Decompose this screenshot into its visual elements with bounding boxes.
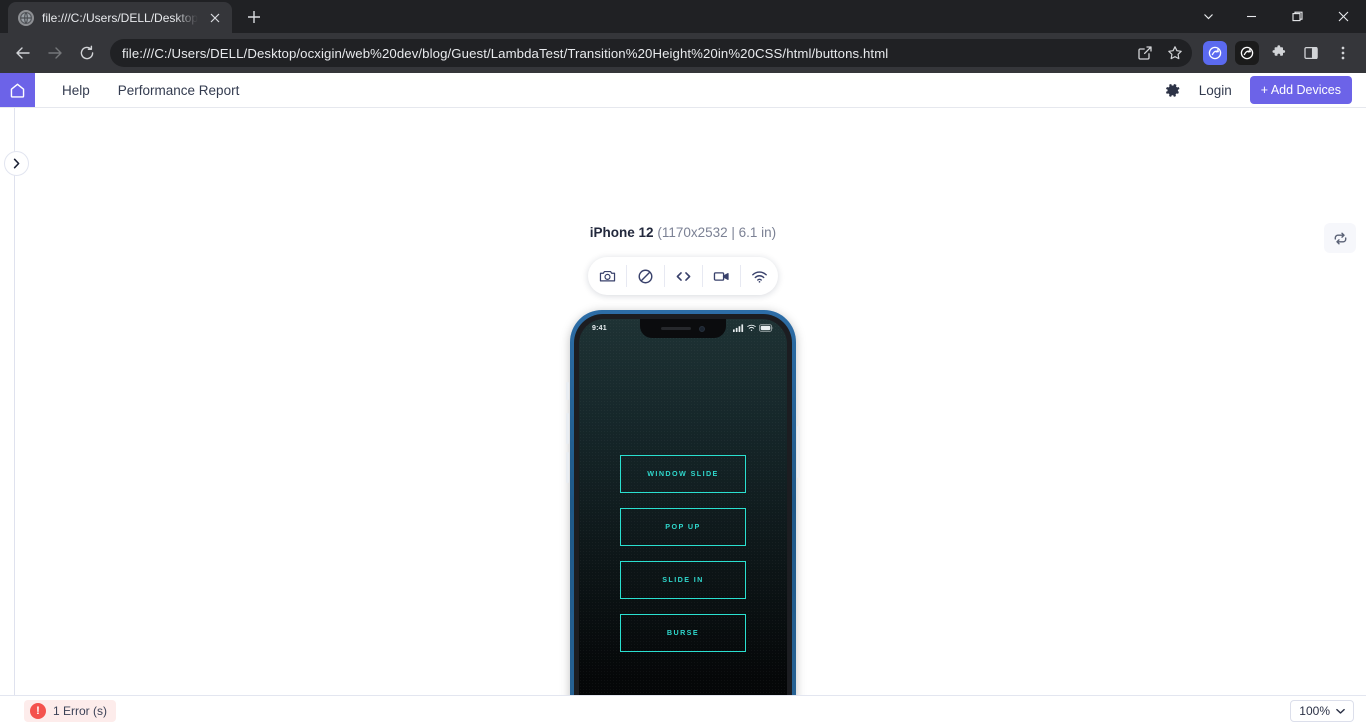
tab-close-icon[interactable] <box>206 9 224 27</box>
wifi-icon[interactable] <box>740 257 778 295</box>
minimize-icon[interactable] <box>1228 0 1274 33</box>
gear-icon[interactable] <box>1164 82 1181 99</box>
device-spec: (1170x2532 | 6.1 in) <box>657 225 777 240</box>
device-notch <box>640 319 726 338</box>
sidebar-expand-chevron-right-icon[interactable] <box>4 151 29 176</box>
address-bar[interactable]: file:///C:/Users/DELL/Desktop/ocxigin/we… <box>110 39 1192 67</box>
window-controls <box>1188 0 1366 33</box>
reload-icon[interactable] <box>72 38 102 68</box>
new-tab-button[interactable] <box>240 3 268 31</box>
error-badge[interactable]: ! 1 Error (s) <box>24 700 116 722</box>
window-slide-button[interactable]: WINDOW SLIDE <box>620 454 746 493</box>
silence-switch[interactable] <box>566 382 569 400</box>
device-preview-area: iPhone 12 (1170x2532 | 6.1 in) 9:41 WIND… <box>0 108 1366 695</box>
maximize-icon[interactable] <box>1274 0 1320 33</box>
browser-window: file:///C:/Users/DELL/Desktop/oc file://… <box>0 0 1366 726</box>
rotate-icon[interactable] <box>1324 223 1356 253</box>
volume-up-button[interactable] <box>566 413 569 444</box>
app-nav-links: Help Performance Report <box>35 73 239 107</box>
side-panel-icon[interactable] <box>1296 38 1326 68</box>
add-devices-button[interactable]: + Add Devices <box>1249 76 1352 104</box>
tab-search-chevron-down-icon[interactable] <box>1188 0 1228 33</box>
video-icon[interactable] <box>702 257 740 295</box>
nav-link-performance-report[interactable]: Performance Report <box>118 83 240 98</box>
pop-up-button[interactable]: POP UP <box>620 507 746 546</box>
address-bar-url: file:///C:/Users/DELL/Desktop/ocxigin/we… <box>122 45 889 61</box>
app-header: Help Performance Report Login + Add Devi… <box>0 73 1366 108</box>
notch-speaker <box>661 327 691 330</box>
close-window-icon[interactable] <box>1320 0 1366 33</box>
device-frame-iphone-12: 9:41 WINDOW SLIDE POP UP SLIDE IN BURSE <box>566 310 800 695</box>
status-bar: ! 1 Error (s) 100% <box>0 695 1366 726</box>
tab-strip: file:///C:/Users/DELL/Desktop/oc <box>0 0 1366 33</box>
device-title: iPhone 12 (1170x2532 | 6.1 in) <box>0 225 1366 240</box>
power-button[interactable] <box>797 426 800 478</box>
lambdatest-dark-extension-icon[interactable] <box>1235 41 1259 65</box>
slide-in-button[interactable]: SLIDE IN <box>620 560 746 599</box>
home-icon[interactable] <box>0 73 35 107</box>
zoom-level-dropdown[interactable]: 100% <box>1290 700 1354 722</box>
login-link[interactable]: Login <box>1199 83 1232 98</box>
chevron-down-icon <box>1336 708 1345 714</box>
back-arrow-icon[interactable] <box>8 38 38 68</box>
forward-arrow-icon <box>40 38 70 68</box>
device-bezel: 9:41 WINDOW SLIDE POP UP SLIDE IN BURSE <box>574 314 792 695</box>
device-toolbar <box>588 257 778 295</box>
tab-title: file:///C:/Users/DELL/Desktop/oc <box>42 10 198 25</box>
address-bar-actions <box>1130 39 1190 67</box>
nav-link-help[interactable]: Help <box>62 83 90 98</box>
browser-tab[interactable]: file:///C:/Users/DELL/Desktop/oc <box>8 2 232 33</box>
code-icon[interactable] <box>664 257 702 295</box>
star-icon[interactable] <box>1160 38 1190 68</box>
sidebar-rail <box>0 108 15 695</box>
page-buttons-list: WINDOW SLIDE POP UP SLIDE IN BURSE <box>579 319 787 695</box>
error-count-label: 1 Error (s) <box>53 704 107 718</box>
globe-icon <box>18 9 34 26</box>
three-dot-menu-icon[interactable] <box>1328 38 1358 68</box>
zoom-level-value: 100% <box>1299 704 1330 718</box>
browser-toolbar: file:///C:/Users/DELL/Desktop/ocxigin/we… <box>0 33 1366 73</box>
puzzle-piece-icon[interactable] <box>1264 38 1294 68</box>
volume-down-button[interactable] <box>566 452 569 483</box>
burse-button[interactable]: BURSE <box>620 613 746 652</box>
block-icon[interactable] <box>626 257 664 295</box>
error-icon: ! <box>30 703 46 719</box>
lambdatest-extension-icon[interactable] <box>1203 41 1227 65</box>
device-screen[interactable]: 9:41 WINDOW SLIDE POP UP SLIDE IN BURSE <box>579 319 787 695</box>
app-header-actions: Login + Add Devices <box>1164 73 1366 107</box>
device-name: iPhone 12 <box>589 225 654 240</box>
camera-icon[interactable] <box>588 257 626 295</box>
notch-camera-icon <box>699 325 705 332</box>
share-icon[interactable] <box>1130 38 1160 68</box>
